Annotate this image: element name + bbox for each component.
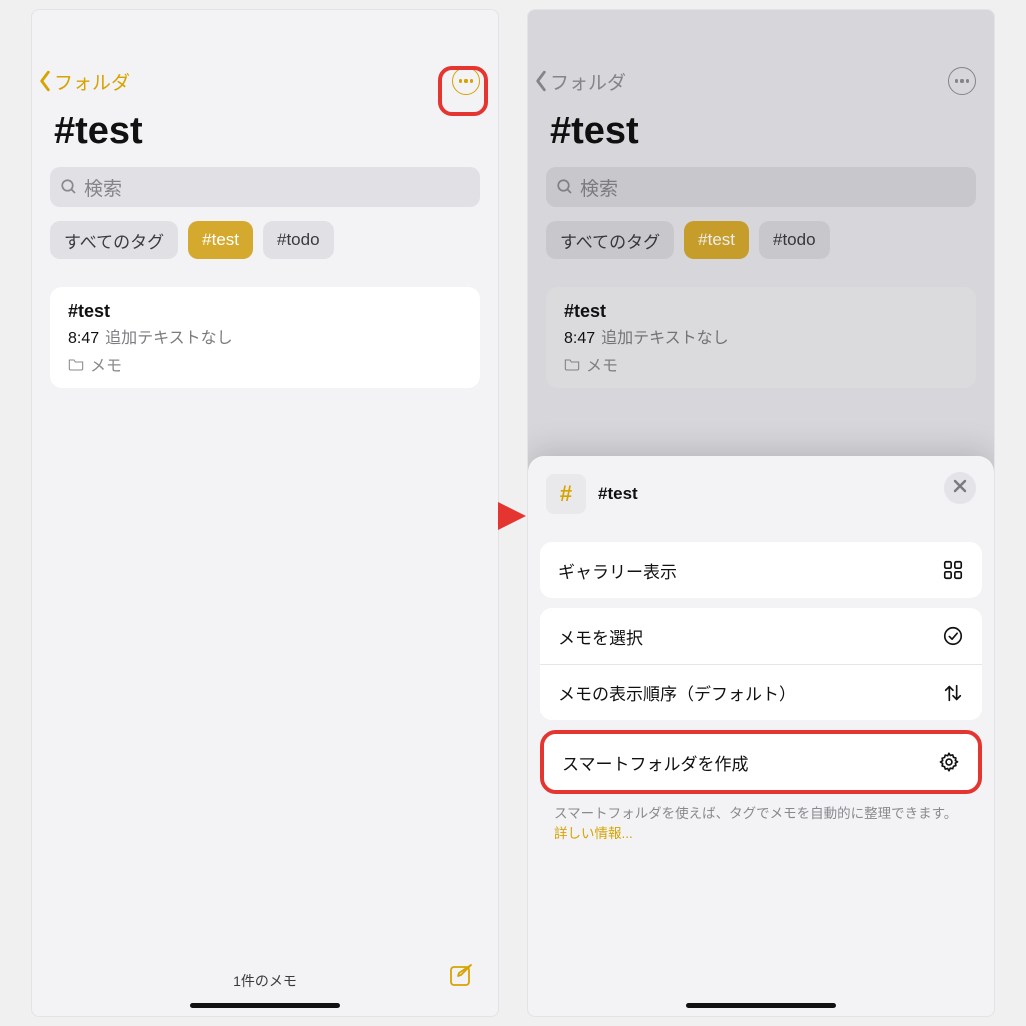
checkmark-circle-icon bbox=[942, 625, 964, 647]
sort-arrows-icon bbox=[942, 682, 964, 704]
note-subtitle: 8:47 追加テキストなし bbox=[564, 324, 958, 348]
search-input[interactable]: 検索 bbox=[546, 167, 976, 207]
note-count: 1件のメモ bbox=[233, 971, 297, 991]
back-button[interactable]: フォルダ bbox=[534, 68, 626, 95]
sheet-title: #test bbox=[598, 484, 638, 504]
sheet-header: # #test bbox=[540, 470, 982, 532]
note-folder-label: メモ bbox=[90, 352, 122, 376]
note-subtext: 追加テキストなし bbox=[601, 330, 729, 347]
search-icon bbox=[556, 178, 574, 196]
tag-todo[interactable]: #todo bbox=[759, 221, 830, 259]
ellipsis-icon bbox=[955, 79, 970, 82]
row-sort-order[interactable]: メモの表示順序（デフォルト） bbox=[540, 664, 982, 720]
page-title: #test bbox=[528, 104, 994, 161]
note-subtitle: 8:47 追加テキストなし bbox=[68, 324, 462, 348]
more-button[interactable] bbox=[948, 67, 976, 95]
back-button[interactable]: フォルダ bbox=[38, 68, 130, 95]
note-folder: メモ bbox=[68, 352, 462, 376]
search-icon bbox=[60, 178, 78, 196]
folder-icon bbox=[564, 357, 580, 371]
note-subtext: 追加テキストなし bbox=[105, 330, 233, 347]
tag-row: すべてのタグ #test #todo bbox=[32, 221, 498, 277]
sheet-group-actions: メモを選択 メモの表示順序（デフォルト） bbox=[540, 608, 982, 720]
tag-test[interactable]: #test bbox=[188, 221, 253, 259]
folder-icon bbox=[68, 357, 84, 371]
row-label: ギャラリー表示 bbox=[558, 558, 677, 583]
arrow-annotation bbox=[494, 498, 530, 534]
action-sheet: # #test ギャラリー表示 メモを選択 bbox=[528, 456, 994, 1016]
hash-icon: # bbox=[546, 474, 586, 514]
tag-test[interactable]: #test bbox=[684, 221, 749, 259]
tag-todo[interactable]: #todo bbox=[263, 221, 334, 259]
row-gallery-view[interactable]: ギャラリー表示 bbox=[540, 542, 982, 598]
hint-text: スマートフォルダを使えば、タグでメモを自動的に整理できます。 bbox=[554, 806, 957, 821]
sheet-group-smartfolder: スマートフォルダを作成 bbox=[540, 730, 982, 794]
hint-link[interactable]: 詳しい情報... bbox=[554, 826, 633, 841]
note-time: 8:47 bbox=[564, 330, 595, 347]
search-placeholder: 検索 bbox=[580, 174, 618, 201]
row-select-notes[interactable]: メモを選択 bbox=[540, 608, 982, 664]
nav-bar: フォルダ bbox=[528, 54, 994, 104]
compose-button[interactable] bbox=[448, 962, 474, 988]
note-card[interactable]: #test 8:47 追加テキストなし メモ bbox=[50, 287, 480, 388]
annotation-highlight-more bbox=[438, 66, 488, 116]
row-create-smart-folder[interactable]: スマートフォルダを作成 bbox=[544, 734, 978, 790]
note-card[interactable]: #test 8:47 追加テキストなし メモ bbox=[546, 287, 976, 388]
row-label: メモを選択 bbox=[558, 624, 643, 649]
row-label: スマートフォルダを作成 bbox=[562, 750, 749, 775]
page-title: #test bbox=[32, 104, 498, 161]
status-bar bbox=[32, 10, 498, 54]
note-folder-label: メモ bbox=[586, 352, 618, 376]
search-input[interactable]: 検索 bbox=[50, 167, 480, 207]
tag-all[interactable]: すべてのタグ bbox=[50, 221, 178, 259]
note-title: #test bbox=[564, 301, 958, 322]
close-icon bbox=[953, 479, 967, 498]
home-indicator bbox=[686, 1003, 836, 1008]
note-title: #test bbox=[68, 301, 462, 322]
back-label: フォルダ bbox=[550, 68, 626, 95]
back-label: フォルダ bbox=[54, 68, 130, 95]
row-label: メモの表示順序（デフォルト） bbox=[558, 680, 796, 705]
close-button[interactable] bbox=[944, 472, 976, 504]
nav-bar: フォルダ bbox=[32, 54, 498, 104]
phone-left: フォルダ #test 検索 すべてのタグ #test #todo # bbox=[31, 9, 499, 1017]
note-folder: メモ bbox=[564, 352, 958, 376]
status-bar bbox=[528, 10, 994, 54]
search-placeholder: 検索 bbox=[84, 174, 122, 201]
chevron-left-icon bbox=[38, 70, 52, 92]
chevron-left-icon bbox=[534, 70, 548, 92]
note-time: 8:47 bbox=[68, 330, 99, 347]
home-indicator bbox=[190, 1003, 340, 1008]
phone-right: フォルダ #test 検索 すべてのタグ #test #todo #test bbox=[527, 9, 995, 1017]
gear-icon bbox=[938, 751, 960, 773]
sheet-group-view: ギャラリー表示 bbox=[540, 542, 982, 598]
tag-all[interactable]: すべてのタグ bbox=[546, 221, 674, 259]
tag-row: すべてのタグ #test #todo bbox=[528, 221, 994, 277]
grid-icon bbox=[942, 559, 964, 581]
sheet-hint: スマートフォルダを使えば、タグでメモを自動的に整理できます。 詳しい情報... bbox=[540, 794, 982, 845]
